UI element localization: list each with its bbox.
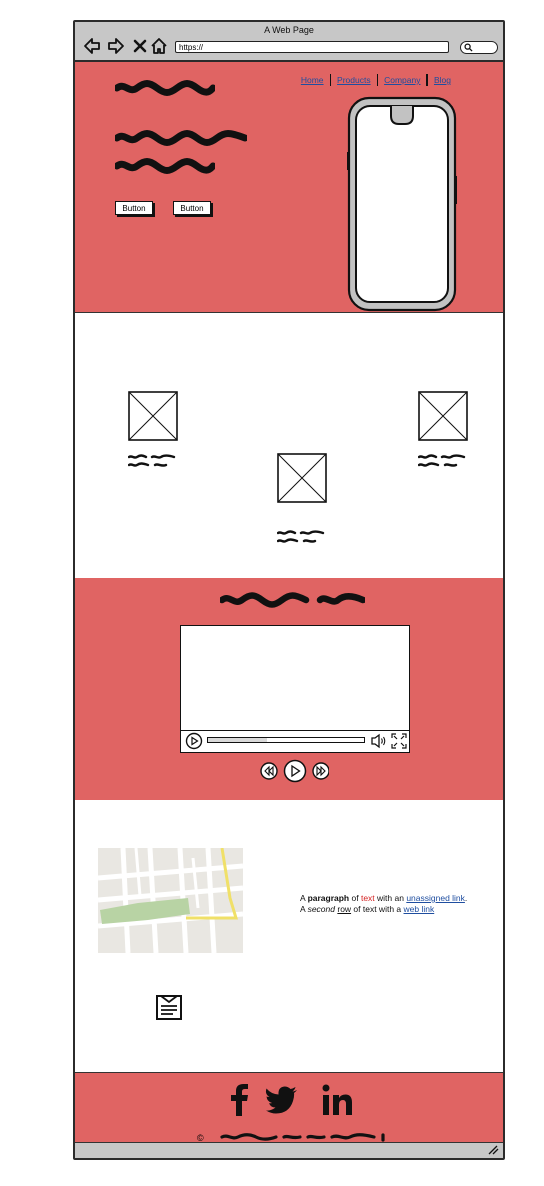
page-title: A Web Page — [264, 25, 314, 35]
underlined-text: row — [337, 903, 352, 914]
nav-link-company[interactable]: Company — [378, 75, 426, 85]
twitter-icon[interactable] — [265, 1083, 299, 1117]
search-field[interactable] — [460, 41, 498, 54]
image-placeholder — [277, 453, 327, 503]
linkedin-icon[interactable] — [321, 1083, 353, 1117]
search-icon — [464, 43, 473, 52]
play-icon[interactable] — [185, 732, 203, 750]
video-section — [75, 578, 503, 800]
image-placeholder — [418, 391, 468, 441]
back-icon[interactable] — [83, 37, 101, 55]
map-widget[interactable] — [98, 848, 243, 953]
logo-scribble — [115, 80, 215, 96]
unassigned-link[interactable]: unassigned link — [406, 893, 465, 903]
headline-scribble — [115, 130, 247, 146]
facebook-icon[interactable] — [229, 1083, 249, 1117]
red-text: text — [360, 893, 375, 903]
subheadline-scribble — [115, 158, 215, 174]
hero-section: Home Products Company Blog Button Button — [75, 62, 503, 312]
smartphone-mockup — [347, 96, 457, 312]
url-input[interactable]: https:// — [175, 41, 449, 53]
paragraph-line-1: A paragraph of text with an unassigned l… — [300, 893, 467, 904]
video-progress-fill — [208, 738, 268, 742]
map-section: A paragraph of text with an unassigned l… — [75, 800, 503, 1072]
resize-grip-icon[interactable] — [487, 1145, 499, 1155]
close-icon[interactable] — [131, 37, 149, 55]
text-fragment: of — [349, 893, 361, 903]
features-section — [75, 312, 503, 579]
video-progress-bar[interactable] — [207, 737, 365, 743]
nav-link-blog[interactable]: Blog — [428, 75, 457, 85]
italic-text: second — [307, 903, 335, 914]
form-icon[interactable] — [155, 993, 183, 1021]
image-placeholder — [128, 391, 178, 441]
volume-icon[interactable] — [370, 733, 388, 749]
web-link[interactable]: web link — [404, 904, 435, 914]
video-player[interactable] — [180, 625, 410, 753]
footer-section: © — [75, 1072, 503, 1145]
text-fragment: with an — [374, 893, 407, 903]
fullscreen-icon[interactable] — [391, 733, 407, 749]
rewind-icon — [260, 762, 278, 780]
forward-icon[interactable] — [107, 37, 125, 55]
browser-status-bar — [75, 1142, 503, 1158]
hero-button-secondary[interactable]: Button — [173, 201, 211, 215]
text-fragment: . — [464, 893, 468, 903]
caption-scribble — [277, 530, 325, 543]
text-fragment: A — [300, 903, 308, 914]
caption-scribble — [128, 454, 176, 467]
media-transport-controls — [260, 759, 329, 783]
fast-forward-icon — [312, 762, 329, 780]
hero-button-primary[interactable]: Button — [115, 201, 153, 215]
nav-link-home[interactable]: Home — [295, 75, 330, 85]
copyright-text-scribble — [220, 1133, 385, 1142]
text-fragment: A — [300, 893, 308, 903]
caption-scribble — [418, 454, 466, 467]
video-heading-scribble — [220, 592, 365, 608]
bold-text: paragraph — [307, 893, 350, 903]
play-icon — [283, 759, 307, 783]
paragraph-line-2: A second row of text with a web link — [300, 904, 467, 915]
text-fragment: of text with a — [351, 903, 404, 914]
browser-window: A Web Page https:// Home Products Compan… — [73, 20, 505, 1160]
video-controls — [181, 730, 409, 752]
nav-link-products[interactable]: Products — [331, 75, 377, 85]
top-navigation: Home Products Company Blog — [295, 74, 457, 86]
text-paragraph: A paragraph of text with an unassigned l… — [300, 893, 467, 914]
browser-toolbar: A Web Page https:// — [75, 22, 503, 62]
home-icon[interactable] — [150, 37, 168, 55]
